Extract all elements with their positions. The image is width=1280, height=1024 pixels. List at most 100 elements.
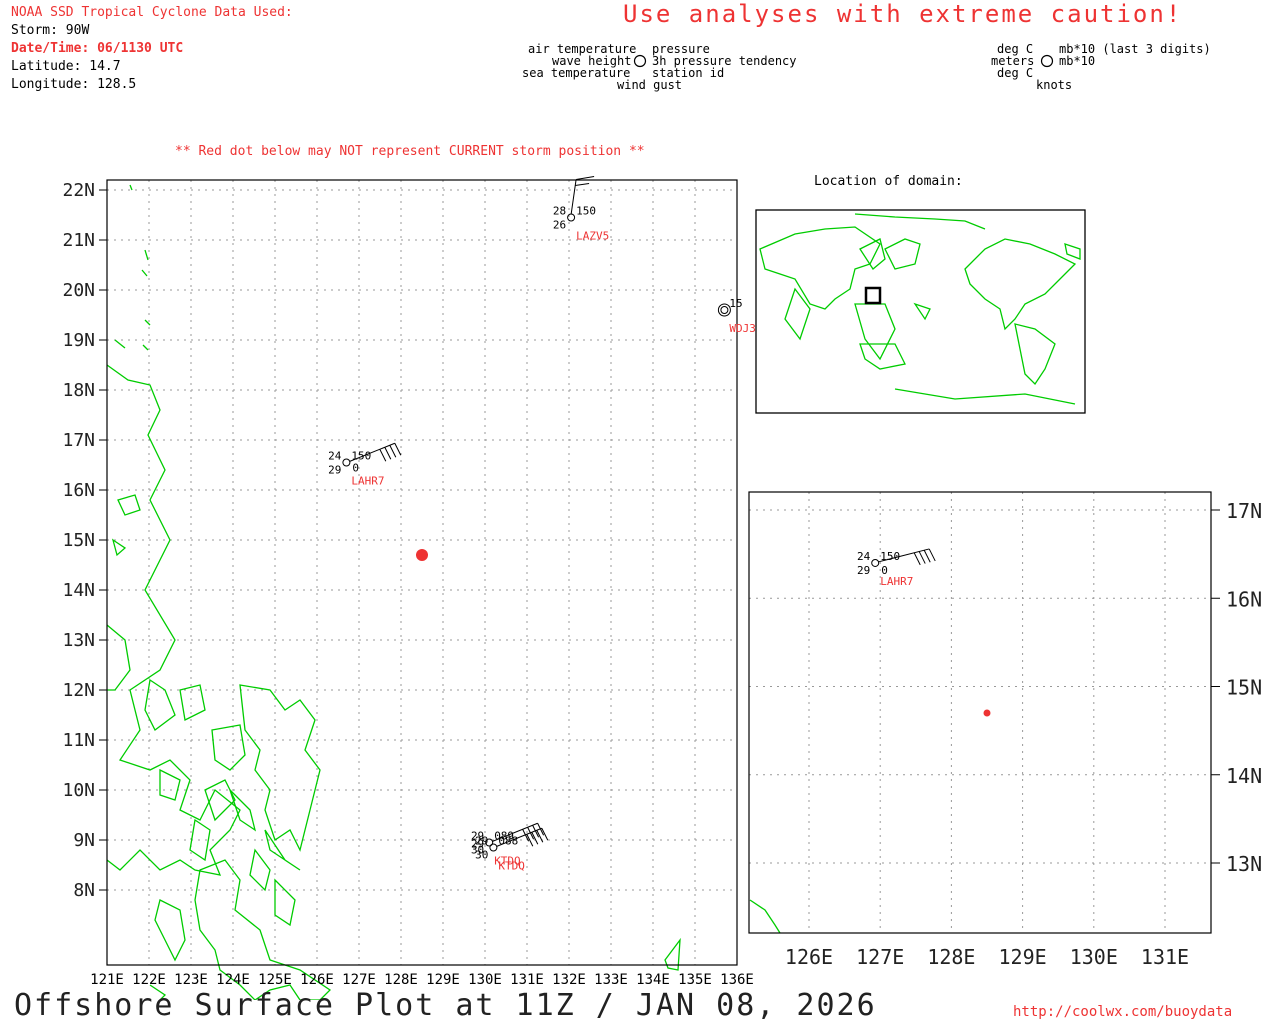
lon-tick-label: 123E <box>174 972 208 988</box>
plot-title: Offshore Surface Plot at 11Z / JAN 08, 2… <box>14 988 877 1023</box>
units-knots: knots <box>1036 78 1073 92</box>
lat-tick-label: 21N <box>62 230 95 251</box>
lat-tick-label: 20N <box>62 280 95 301</box>
inset-world-map <box>755 209 1086 414</box>
storm-longitude: Longitude: 128.5 <box>11 77 137 92</box>
station-air-temp: 24 <box>328 450 342 463</box>
lat-tick-label: 17N <box>62 430 95 451</box>
lat-tick-label: 22N <box>62 180 95 201</box>
station-sea-temp: 30 <box>475 849 488 862</box>
lat-tick-label: 17N <box>1226 499 1262 523</box>
lat-tick-label: 16N <box>62 480 95 501</box>
lat-tick-label: 8N <box>73 880 95 901</box>
lon-tick-label: 130E <box>1070 945 1118 969</box>
storm-datetime: Date/Time: 06/1130 UTC <box>11 41 184 56</box>
zoom-map-lon-labels: 126E 127E 128E 129E 130E 131E <box>785 945 1189 969</box>
zoom-map: 126E 127E 128E 129E 130E 131E 13N 14N 15N 16N 17N… <box>748 491 1262 969</box>
units-mb10-bottom: mb*10 <box>1059 54 1096 68</box>
legend-sea-temperature: sea temperature <box>522 66 631 80</box>
units-station-circle-icon <box>1040 54 1054 68</box>
lon-tick-label: 125E <box>258 972 292 988</box>
station-air-temp: 24 <box>857 550 871 563</box>
lat-tick-label: 13N <box>1226 852 1262 876</box>
station-tendency: 0 <box>352 462 359 475</box>
lat-tick-label: 14N <box>1226 764 1262 788</box>
lon-tick-label: 128E <box>384 972 418 988</box>
caution-banner: Use analyses with extreme caution! <box>623 0 1183 28</box>
lon-tick-label: 129E <box>426 972 460 988</box>
lat-tick-label: 13N <box>62 630 95 651</box>
wind-barb-icon <box>576 176 595 180</box>
lon-tick-label: 133E <box>594 972 628 988</box>
lat-tick-label: 11N <box>62 730 95 751</box>
wind-barb-icon <box>913 552 921 566</box>
storm-latitude: Latitude: 14.7 <box>11 59 121 74</box>
station-circle-icon <box>489 843 498 852</box>
lon-tick-label: 131E <box>1141 945 1189 969</box>
station-id-label: LAHR7 <box>880 575 913 588</box>
main-map-grid <box>106 180 738 965</box>
station-air-temp: 28 <box>553 205 566 218</box>
source-url-link[interactable]: http://coolwx.com/buoydata <box>1013 1004 1232 1020</box>
inset-label: Location of domain: <box>814 174 963 189</box>
main-map-lon-labels: 121E 122E 123E 124E 125E 126E 127E 128E 129E 130E… <box>90 972 754 988</box>
lat-tick-label: 9N <box>73 830 95 851</box>
zoom-storm-marker <box>983 709 991 717</box>
lat-tick-label: 18N <box>62 380 95 401</box>
storm-id: Storm: 90W <box>11 23 90 38</box>
lon-tick-label: 121E <box>90 972 124 988</box>
lon-tick-label: 127E <box>856 945 904 969</box>
station-pressure: 15 <box>729 297 742 310</box>
lon-tick-label: 130E <box>468 972 502 988</box>
station-plot: 2826 150 LAZV5 <box>553 176 609 243</box>
lon-tick-label: 122E <box>132 972 166 988</box>
lat-tick-label: 19N <box>62 330 95 351</box>
legend-wind-gust: wind gust <box>617 78 683 92</box>
station-id-label: KTDQ <box>498 860 525 873</box>
lon-tick-label: 131E <box>510 972 544 988</box>
lat-tick-label: 15N <box>1226 676 1262 700</box>
wind-barb-icon <box>394 443 402 456</box>
lon-tick-label: 132E <box>552 972 586 988</box>
lat-tick-label: 10N <box>62 780 95 801</box>
storm-position-marker <box>416 549 428 561</box>
lon-tick-label: 127E <box>342 972 376 988</box>
station-air-temp: 29 <box>475 835 488 848</box>
lat-tick-label: 15N <box>62 530 95 551</box>
station-id-label: LAZV5 <box>576 230 609 243</box>
station-circle-icon <box>342 458 351 467</box>
zoom-map-lat-labels: 13N 14N 15N 16N 17N <box>1211 499 1262 876</box>
red-dot-note: ** Red dot below may NOT represent CURRE… <box>175 144 645 159</box>
main-map-land <box>106 184 681 1000</box>
lon-tick-label: 135E <box>678 972 712 988</box>
lon-tick-label: 134E <box>636 972 670 988</box>
wind-barb-icon <box>389 445 397 458</box>
wind-barb-icon <box>918 551 926 564</box>
station-pressure: 150 <box>576 205 596 218</box>
lon-tick-label: 126E <box>300 972 334 988</box>
legend-station-circle-icon <box>633 54 647 68</box>
station-sea-temp: 29 <box>857 564 870 577</box>
lat-tick-label: 12N <box>62 680 95 701</box>
station-sea-temp: 26 <box>553 219 566 232</box>
zoom-map-grid <box>749 492 1211 933</box>
station-circle-icon <box>567 213 576 222</box>
wind-barb-icon <box>928 548 936 562</box>
wind-barb-icon <box>575 183 590 186</box>
source-line: NOAA SSD Tropical Cyclone Data Used: <box>11 5 293 20</box>
station-sea-temp: 29 <box>328 464 341 477</box>
station-id-label: LAHR7 <box>351 475 384 488</box>
lat-tick-label: 16N <box>1226 587 1262 611</box>
wind-barb-icon <box>384 447 392 460</box>
station-pressure: 150 <box>880 550 900 563</box>
lat-tick-label: 14N <box>62 580 95 601</box>
units-deg-c-bottom: deg C <box>997 66 1034 80</box>
lon-tick-label: 126E <box>785 945 833 969</box>
station-circle-icon <box>871 558 880 567</box>
station-plot: 15WDJ3192 <box>717 297 760 335</box>
lon-tick-label: 128E <box>927 945 975 969</box>
station-plot: 24291500LAHR7 <box>328 442 402 488</box>
wind-barb-icon <box>923 550 931 563</box>
main-map-lat-labels: 8N 9N 10N 11N 12N 13N 14N 15N 16N 17N 18N 19N 20N 21N… <box>62 180 107 901</box>
lon-tick-label: 129E <box>999 945 1047 969</box>
